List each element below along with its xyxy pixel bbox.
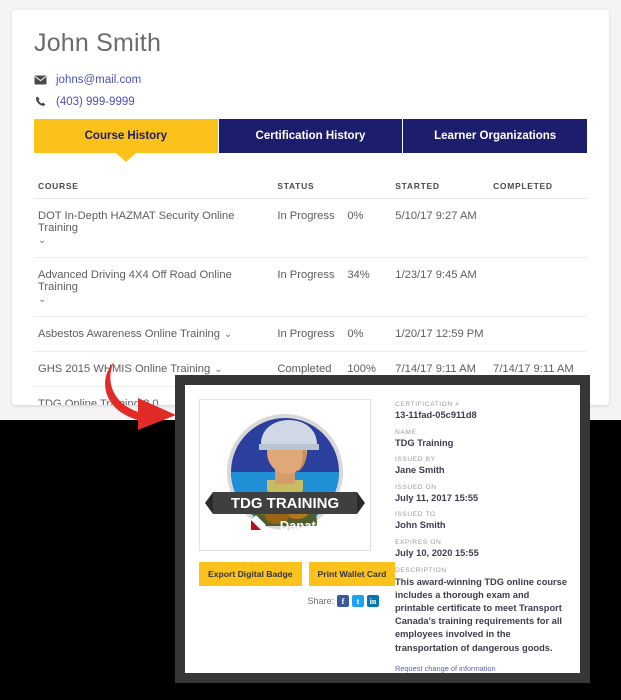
phone-link[interactable]: (403) 999-9999 (56, 96, 135, 108)
linkedin-icon[interactable]: in (367, 595, 379, 607)
certificate-left-column: TDG TRAINING Danatec Export Digital Badg… (199, 399, 396, 663)
status-badge: In Progress (273, 198, 344, 258)
cell-course: Advanced Driving 4X4 Off Road Online Tra… (34, 257, 274, 317)
field-label: ISSUED BY (395, 456, 436, 464)
cell-percent: 34% (343, 257, 392, 317)
field-value: July 10, 2020 15:55 (395, 548, 479, 559)
email-row: johns@mail.com (34, 74, 587, 86)
email-link[interactable]: johns@mail.com (56, 74, 141, 86)
certificate-details: CERTIFICATION # 13-11fad-05c911d8 NAME TDG … (379, 399, 568, 673)
digital-badge-image: TDG TRAINING Danatec (199, 399, 371, 551)
screenshot-root: John Smith johns@mail.com (403) 999-9999… (0, 0, 621, 700)
share-row: Share: f t in (199, 595, 379, 607)
field-value: Jane Smith (395, 465, 445, 476)
badge-banner-text: TDG TRAINING (231, 495, 339, 512)
th-completed: COMPLETED (489, 174, 587, 199)
field-value: John Smith (395, 520, 446, 531)
th-started: STARTED (391, 174, 490, 199)
course-name: Advanced Driving 4X4 Off Road Online Tra… (38, 268, 232, 293)
export-digital-badge-button[interactable]: Export Digital Badge (199, 562, 302, 586)
table-row: Advanced Driving 4X4 Off Road Online Tra… (34, 257, 587, 317)
facebook-icon[interactable]: f (337, 595, 349, 607)
cell-course: DOT In-Depth HAZMAT Security Online Trai… (34, 198, 274, 258)
field-value: 13-11fad-05c911d8 (395, 410, 477, 420)
phone-icon (34, 96, 47, 107)
th-course: COURSE (34, 174, 274, 199)
badge-brand-text: Danatec (280, 518, 331, 533)
course-name: DOT In-Depth HAZMAT Security Online Trai… (38, 209, 235, 234)
field-value: July 11, 2017 15:55 (395, 492, 479, 503)
cell-completed (489, 257, 587, 317)
tab-learner-organizations[interactable]: Learner Organizations (403, 118, 588, 153)
th-status: STATUS (273, 174, 344, 199)
field-label-description: DESCRIPTION (395, 566, 447, 574)
th-percent (343, 174, 392, 199)
envelope-icon (34, 75, 47, 85)
cell-completed (489, 316, 587, 352)
field-label: CERTIFICATION # (395, 401, 460, 408)
field-value: TDG Training (395, 437, 454, 448)
page-title: John Smith (34, 29, 162, 57)
certificate-panel: TDG TRAINING Danatec Export Digital Badg… (175, 375, 590, 683)
cell-started: 1/23/17 9:45 AM (391, 257, 490, 317)
phone-row: (403) 999-9999 (34, 96, 587, 108)
table-header-row: COURSE STATUS STARTED COMPLETED (34, 174, 587, 199)
cell-started: 5/10/17 9:27 AM (391, 198, 490, 258)
badge-action-buttons: Export Digital Badge Print Wallet Card (199, 562, 396, 586)
chevron-down-icon[interactable]: ⌄ (38, 294, 269, 305)
tab-certification-history[interactable]: Certification History (218, 118, 404, 153)
share-label: Share: (307, 596, 334, 606)
field-value-description: This award-winning TDG online course inc… (395, 576, 568, 653)
status-badge: In Progress (273, 257, 344, 317)
tab-course-history[interactable]: Course History (34, 118, 219, 153)
cell-percent: 0% (343, 316, 392, 352)
chevron-down-icon[interactable]: ⌄ (38, 235, 269, 246)
field-label: ISSUED ON (395, 483, 437, 491)
course-name: Asbestos Awareness Online Training (38, 327, 221, 340)
profile-card: John Smith johns@mail.com (403) 999-9999… (12, 10, 609, 405)
chevron-down-icon[interactable]: ⌄ (214, 364, 222, 375)
field-label: NAME (395, 428, 417, 436)
table-row: DOT In-Depth HAZMAT Security Online Trai… (34, 198, 587, 258)
request-change-link[interactable]: Request change of information (395, 664, 496, 673)
cell-percent: 0% (343, 198, 392, 258)
twitter-icon[interactable]: t (352, 595, 364, 607)
cell-started: 1/20/17 12:59 PM (391, 316, 490, 352)
table-row: Asbestos Awareness Online Training ⌄ In Pr… (34, 316, 587, 352)
cell-completed (489, 198, 587, 258)
tab-bar: Course History Certification History Lea… (34, 118, 588, 153)
chevron-down-icon[interactable]: ⌄ (224, 329, 232, 340)
field-label: EXPIRES ON (395, 539, 442, 547)
field-label: ISSUED TO (395, 511, 436, 519)
status-badge: In Progress (273, 316, 344, 352)
cell-course: Asbestos Awareness Online Training ⌄ (34, 316, 274, 352)
